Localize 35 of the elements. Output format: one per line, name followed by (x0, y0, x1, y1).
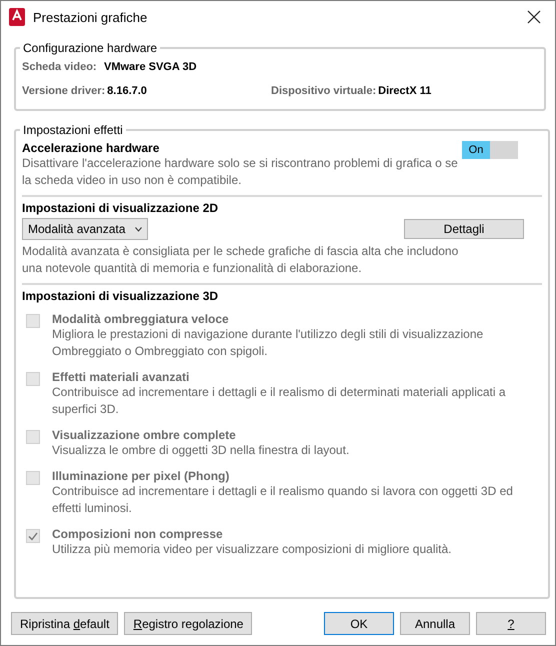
toggle-switch[interactable]: On (462, 141, 518, 159)
field-label: Dispositivo virtuale: (271, 85, 376, 97)
caret-icon (135, 226, 142, 232)
dialog-button[interactable]: OK (324, 612, 394, 635)
section-description: Modalità avanzata è consigliata per le schede grafiche di fascia alta che includono una notevole quantità di memoria e funzionalità di elaborazione. (22, 243, 460, 277)
group-legend: Configurazione hardware (20, 41, 160, 55)
option-title: Modalità ombreggiatura veloce (52, 312, 230, 326)
dialog-button[interactable]: Ripristina default (11, 612, 118, 635)
close-icon[interactable] (527, 10, 541, 24)
mode-dropdown[interactable]: Modalità avanzata (22, 218, 148, 240)
option-description: Utilizza più memoria video per visualizzare composizioni di migliore qualità. (52, 541, 452, 558)
option-description: Contribuisce ad incrementare i dettagli e il realismo quando si lavora con oggetti 3D ed effetti luminosi. (52, 483, 514, 517)
dialog-button[interactable]: ? (476, 612, 546, 635)
option-title: Visualizzazione ombre complete (52, 428, 237, 442)
option-description: Contribuisce ad incrementare i dettagli e il realismo di determinati materiali applicati a superfici 3D. (52, 384, 507, 418)
option-description: Migliora le prestazioni di navigazione durante l'utilizzo degli stili di visualizzazione Ombreggiato o Ombreggiato con spigoli. (52, 326, 484, 360)
option-title: Composizioni non compresse (52, 527, 224, 541)
option-title: Illuminazione per pixel (Phong) (52, 469, 230, 483)
group-legend: Impostazioni effetti (20, 123, 126, 137)
dialog-button[interactable]: Registro regolazione (124, 612, 252, 635)
details-button[interactable]: Dettagli (404, 219, 524, 239)
field-value: 8.16.7.0 (107, 85, 147, 97)
section-title: Impostazioni di visualizzazione 3D (22, 289, 220, 303)
option-title: Effetti materiali avanzati (52, 370, 190, 384)
app-logo-icon (9, 8, 25, 26)
section-description: Disattivare l'accelerazione hardware solo se si riscontrano problemi di grafica o se la scheda video in uso non è compatibile. (22, 155, 459, 189)
field-label: Versione driver: (22, 85, 106, 97)
dialog-button[interactable]: Annulla (400, 612, 470, 635)
option-description: Visualizza le ombre di oggetti 3D nella finestra di layout. (52, 442, 350, 459)
section-title: Accelerazione hardware (22, 141, 160, 155)
field-value: VMware SVGA 3D (104, 61, 197, 73)
field-label: Scheda video: (22, 61, 98, 73)
field-value: DirectX 11 (378, 85, 432, 97)
section-title: Impostazioni di visualizzazione 2D (22, 201, 220, 215)
window-title: Prestazioni grafiche (33, 10, 148, 24)
